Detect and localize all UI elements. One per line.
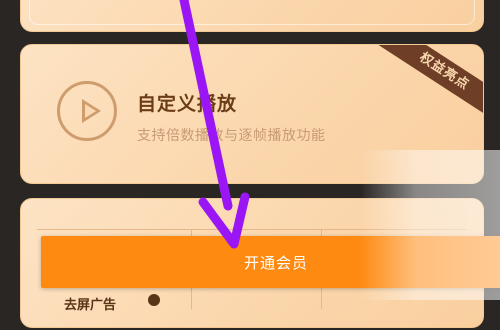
table-row-label: 去屏广告 xyxy=(64,298,117,313)
open-membership-button[interactable]: 开通会员 xyxy=(41,236,500,288)
feature-title: 自定义播放 xyxy=(137,93,238,115)
feature-description: 支持倍数播放与逐帧播放功能 xyxy=(137,128,326,144)
benefit-card-top xyxy=(20,0,484,32)
benefit-badge: 权益亮点 xyxy=(374,45,483,115)
corner-ribbon: 权益亮点 xyxy=(363,45,483,115)
info-icon[interactable] xyxy=(148,294,160,306)
play-circle-icon xyxy=(57,81,117,141)
benefit-card-custom-playback: 自定义播放 支持倍数播放与逐帧播放功能 权益亮点 xyxy=(20,44,484,184)
card-inner-border xyxy=(29,0,475,25)
